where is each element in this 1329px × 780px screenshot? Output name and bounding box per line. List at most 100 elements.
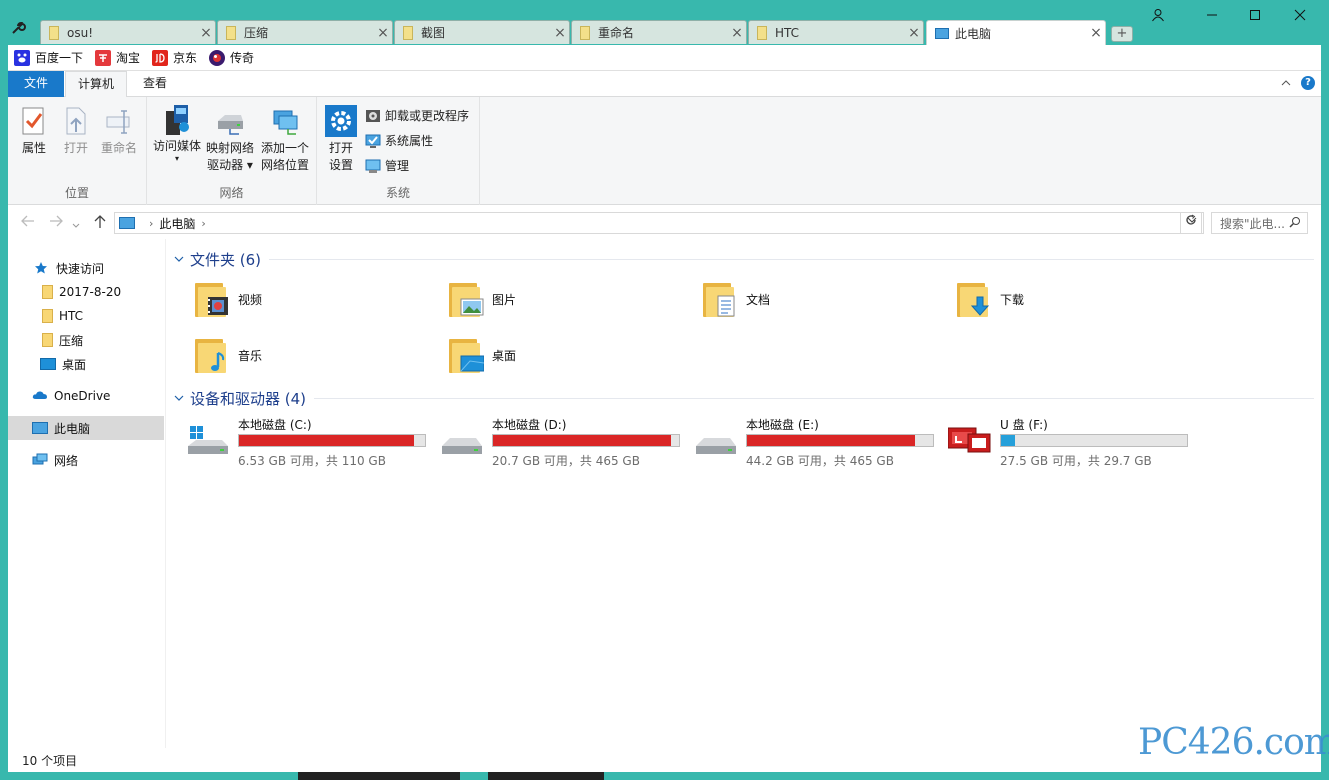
folder-music[interactable]: 音乐 (192, 335, 262, 375)
uninstall-icon (365, 108, 381, 124)
drives-section-header[interactable]: 设备和驱动器 (4) (174, 388, 1314, 409)
tab-close-button[interactable]: × (374, 25, 392, 41)
video-film-icon (208, 297, 228, 315)
rename-icon (104, 105, 134, 137)
bookmark-legend[interactable]: 传奇 (209, 49, 254, 66)
folder-desktop[interactable]: 桌面 (446, 335, 516, 375)
music-note-icon (211, 352, 225, 371)
collapse-ribbon-icon[interactable] (1281, 77, 1291, 90)
chevron-down-icon[interactable] (174, 392, 184, 405)
up-button[interactable] (94, 215, 106, 233)
open-settings-button[interactable]: 打开 设置 (323, 105, 359, 174)
folder-doc-icon (580, 25, 590, 40)
properties-icon (19, 105, 49, 137)
rename-button[interactable]: 重命名 (98, 105, 140, 157)
refresh-button[interactable] (1180, 212, 1202, 234)
open-button[interactable]: 打开 (58, 105, 94, 157)
folder-icon (446, 279, 484, 319)
navigation-pane: 快速访问 2017-8-20 HTC 压缩 桌面 OneDrive 此电脑 网络 (8, 239, 166, 748)
taskbar-thumbnail (488, 772, 604, 780)
tab-close-button[interactable]: × (551, 25, 569, 41)
tab-close-button[interactable]: × (197, 25, 215, 41)
search-input[interactable]: 搜索"此电... (1211, 212, 1308, 234)
tab-this-pc[interactable]: 此电脑 × (926, 20, 1106, 45)
map-network-drive-button[interactable]: 映射网络 驱动器 ▾ (205, 105, 255, 174)
tab-file[interactable]: 文件 (8, 71, 64, 97)
folder-doc-icon (49, 25, 59, 40)
download-arrow-icon (970, 296, 990, 316)
manage-icon (365, 158, 381, 174)
group-network: 访问媒体 ▾ 映射网络 驱动器 ▾ 添加一个 网络位置 网络 (147, 97, 317, 205)
minimize-button[interactable] (1189, 0, 1235, 30)
access-media-button[interactable]: 访问媒体 ▾ (152, 103, 202, 163)
uninstall-programs-button[interactable]: 卸载或更改程序 (365, 107, 469, 124)
drive-usage-bar (492, 434, 680, 447)
browser-tab-bar: osu! × 压缩 × 截图 × 重命名 × HTC × 此电脑 × + (0, 0, 1329, 45)
tab-close-button[interactable]: × (728, 25, 746, 41)
tab-osu[interactable]: osu! × (40, 20, 216, 44)
tab-htc[interactable]: HTC × (748, 20, 924, 44)
tab-rename[interactable]: 重命名 × (571, 20, 747, 44)
close-window-button[interactable] (1277, 0, 1323, 30)
nav-pinned-item[interactable]: 桌面 (8, 352, 164, 376)
nav-pinned-item[interactable]: HTC (8, 304, 164, 328)
bookmark-jd[interactable]: 京东 (152, 49, 197, 66)
drive-f[interactable]: U 盘 (F:) 27.5 GB 可用，共 29.7 GB (948, 416, 1198, 470)
folder-icon (954, 279, 990, 319)
ribbon-tab-strip: 文件 计算机 查看 ? (8, 71, 1321, 98)
folder-doc-icon (226, 25, 236, 40)
document-icon (717, 295, 735, 317)
add-network-location-button[interactable]: 添加一个 网络位置 (258, 105, 312, 174)
maximize-button[interactable] (1232, 0, 1278, 30)
drive-e[interactable]: 本地磁盘 (E:) 44.2 GB 可用，共 465 GB (694, 416, 944, 470)
new-tab-button[interactable]: + (1111, 26, 1133, 42)
properties-button[interactable]: 属性 (16, 105, 52, 157)
help-icon[interactable]: ? (1301, 76, 1315, 90)
settings-gear-icon (325, 105, 357, 137)
content-pane: 文件夹 (6) 视频 图片 文档 下载 音乐 桌面 设备和驱动器 (4) 本地磁… (168, 239, 1321, 748)
folder-pictures[interactable]: 图片 (446, 279, 516, 319)
system-properties-button[interactable]: 系统属性 (365, 132, 433, 149)
wrench-icon[interactable] (10, 20, 32, 42)
usb-drive-icon (948, 427, 991, 453)
cloud-icon (32, 389, 48, 403)
recent-locations-icon[interactable] (72, 217, 80, 233)
folders-section-header[interactable]: 文件夹 (6) (174, 249, 1314, 270)
chevron-down-icon[interactable] (174, 253, 184, 266)
chevron-right-icon[interactable]: › (201, 217, 205, 230)
tab-view[interactable]: 查看 (130, 71, 180, 97)
tab-compress[interactable]: 压缩 × (217, 20, 393, 44)
folder-downloads[interactable]: 下载 (954, 279, 1024, 319)
tab-close-button[interactable]: × (1087, 25, 1105, 41)
back-button[interactable] (21, 215, 35, 231)
nav-network[interactable]: 网络 (8, 448, 164, 472)
network-drive-icon (215, 105, 245, 137)
media-server-icon (162, 103, 192, 135)
forward-button[interactable] (49, 215, 63, 231)
nav-quick-access[interactable]: 快速访问 (8, 256, 164, 280)
folder-icon (446, 335, 484, 375)
drive-c[interactable]: 本地磁盘 (C:) 6.53 GB 可用，共 110 GB (186, 416, 436, 470)
status-bar: 10 个项目 (8, 748, 1321, 772)
nav-pinned-item[interactable]: 2017-8-20 (8, 280, 164, 304)
breadcrumb-this-pc[interactable]: 此电脑 (159, 215, 195, 232)
folder-videos[interactable]: 视频 (192, 279, 262, 319)
drive-d[interactable]: 本地磁盘 (D:) 20.7 GB 可用，共 465 GB (440, 416, 690, 470)
ribbon: 属性 打开 重命名 位置 访问媒体 ▾ 映射网络 驱动器 ▾ 添加一个 网络位置… (8, 97, 1321, 205)
bookmark-taobao[interactable]: 淘宝 (95, 49, 140, 66)
folder-icon (192, 335, 228, 375)
computer-icon (32, 422, 48, 434)
nav-pinned-item[interactable]: 压缩 (8, 328, 164, 352)
folder-documents[interactable]: 文档 (700, 279, 770, 319)
tab-close-button[interactable]: × (905, 25, 923, 41)
manage-button[interactable]: 管理 (365, 157, 409, 174)
tab-screenshot[interactable]: 截图 × (394, 20, 570, 44)
bookmark-baidu[interactable]: 百度一下 (14, 49, 83, 66)
address-box[interactable]: › 此电脑 › (114, 212, 1204, 234)
legend-game-icon (209, 49, 226, 66)
user-icon[interactable] (1135, 0, 1181, 30)
hard-drive-icon (442, 438, 482, 454)
tab-computer[interactable]: 计算机 (65, 71, 127, 98)
nav-this-pc[interactable]: 此电脑 (8, 416, 164, 440)
nav-onedrive[interactable]: OneDrive (8, 384, 164, 408)
